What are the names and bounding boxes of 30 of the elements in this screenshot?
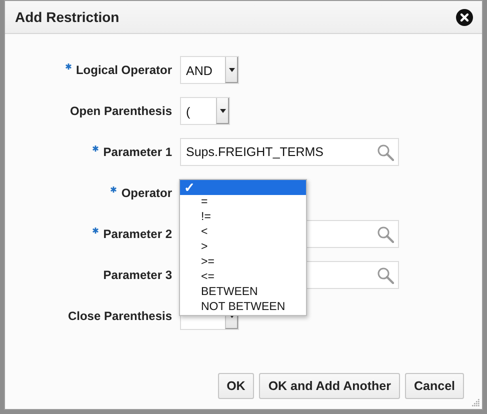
dialog-button[interactable]: OK	[218, 373, 254, 399]
resize-grip-icon[interactable]	[472, 399, 480, 407]
field-label: Open Parenthesis	[70, 104, 172, 118]
field-label: Close Parenthesis	[68, 309, 172, 323]
dropdown-option[interactable]: ✓	[180, 180, 306, 195]
dropdown[interactable]: (	[180, 97, 230, 125]
search-icon[interactable]	[377, 266, 394, 284]
dropdown-option[interactable]: >=	[180, 255, 306, 270]
dialog-title: Add Restriction	[15, 9, 120, 25]
dialog-button[interactable]: Cancel	[405, 373, 464, 399]
field-label: Logical Operator	[76, 63, 172, 77]
search-icon[interactable]	[377, 144, 394, 160]
search-icon[interactable]	[377, 226, 394, 242]
dropdown-option[interactable]: NOT BETWEEN	[180, 300, 306, 315]
field-label: Parameter 1	[103, 145, 172, 159]
field-label: Operator	[121, 186, 172, 200]
field-label: Parameter 3	[103, 268, 172, 282]
dropdown-option[interactable]: >	[180, 240, 306, 255]
close-icon[interactable]	[456, 8, 473, 26]
dropdown-option[interactable]: =	[180, 195, 306, 210]
dropdown-option[interactable]: !=	[180, 210, 306, 225]
dialog-button[interactable]: OK and Add Another	[259, 373, 400, 399]
dropdown-option[interactable]: BETWEEN	[180, 285, 306, 300]
dropdown-option[interactable]: <	[180, 225, 306, 240]
input-field[interactable]: Sups.FREIGHT_TERMS	[180, 138, 399, 166]
caret-icon	[228, 68, 234, 72]
caret-icon	[220, 108, 226, 112]
field-label: Parameter 2	[103, 227, 172, 241]
dropdown[interactable]: AND	[180, 56, 239, 84]
dropdown-option[interactable]: <=	[180, 270, 306, 285]
